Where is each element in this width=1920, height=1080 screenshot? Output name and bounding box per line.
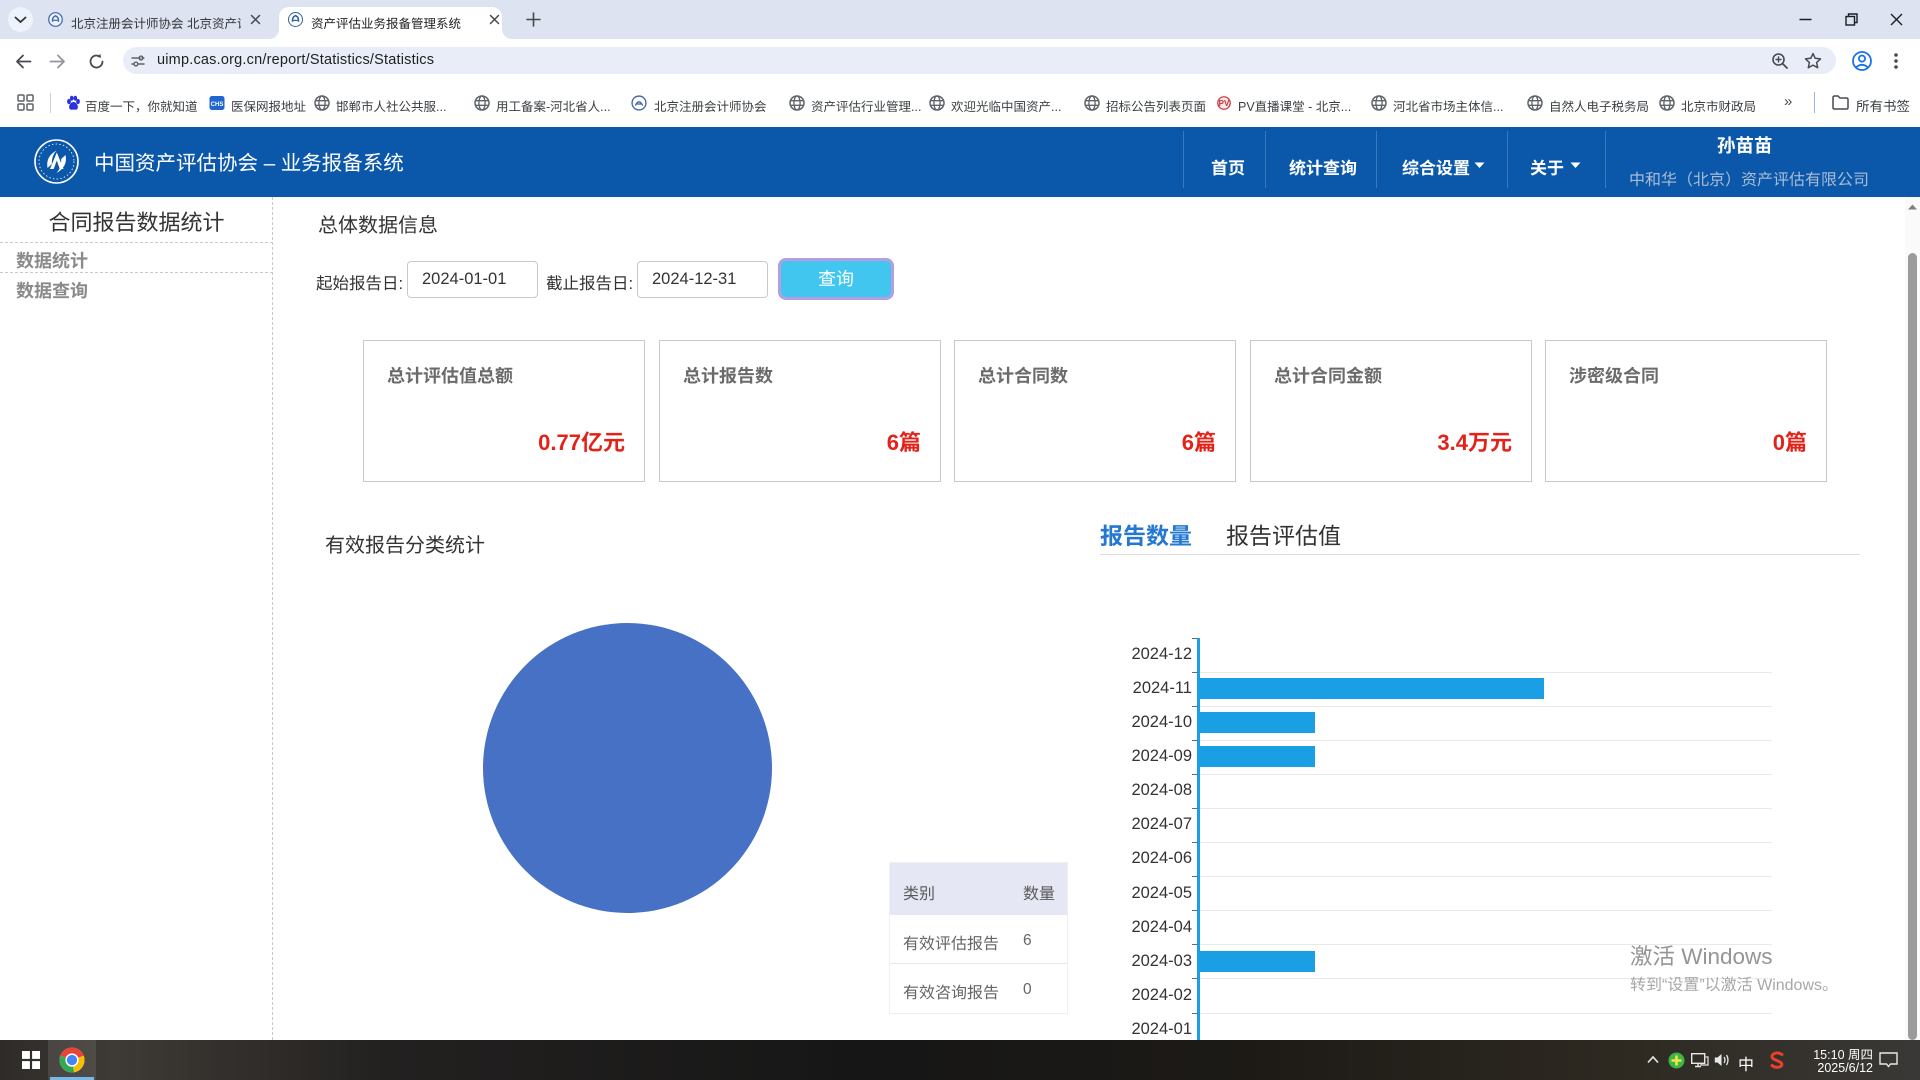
svg-text:CHS: CHS <box>211 102 224 108</box>
svg-text:PV: PV <box>1219 99 1230 108</box>
